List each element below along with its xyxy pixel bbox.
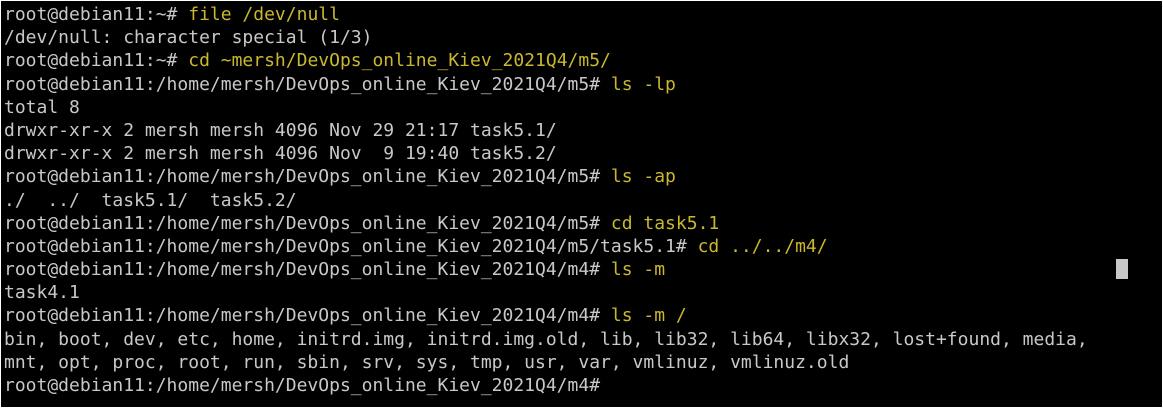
terminal-line: drwxr-xr-x 2 mersh mersh 4096 Nov 29 21:… <box>4 119 557 141</box>
terminal-line: root@debian11:/home/mersh/DevOps_online_… <box>4 165 1162 188</box>
terminal-line: total 8 <box>4 96 80 118</box>
shell-command: cd task5.1 <box>610 212 720 234</box>
shell-command: file /dev/null <box>188 4 340 25</box>
shell-command: cd ../../m4/ <box>697 235 828 257</box>
terminal-line: root@debian11:~# file /dev/null <box>4 3 1162 26</box>
shell-prompt: root@debian11:/home/mersh/DevOps_online_… <box>4 305 611 327</box>
terminal-line: task4.1 <box>4 282 80 304</box>
terminal-line: root@debian11:/home/mersh/DevOps_online_… <box>4 258 1162 281</box>
shell-prompt: root@debian11:/home/mersh/DevOps_online_… <box>4 259 611 281</box>
shell-command: cd ~mersh/DevOps_online_Kiev_2021Q4/m5/ <box>188 50 611 72</box>
shell-prompt: root@debian11:/home/mersh/DevOps_online_… <box>4 375 611 396</box>
terminal-line: bin, boot, dev, etc, home, initrd.img, i… <box>4 328 1088 350</box>
terminal-line: /dev/null: character special (1/3) <box>4 27 373 49</box>
shell-command: ls -m <box>610 259 666 281</box>
shell-prompt: root@debian11:/home/mersh/DevOps_online_… <box>4 166 611 188</box>
block-cursor <box>1116 259 1128 279</box>
shell-prompt: root@debian11:/home/mersh/DevOps_online_… <box>4 212 611 234</box>
terminal-output: root@debian11:~# file /dev/null /dev/nul… <box>4 3 1162 397</box>
shell-prompt: root@debian11:~# <box>4 4 189 25</box>
terminal-line: ./ ../ task5.1/ task5.2/ <box>4 189 297 211</box>
terminal-line: root@debian11:/home/mersh/DevOps_online_… <box>4 374 1162 397</box>
terminal-line: root@debian11:/home/mersh/DevOps_online_… <box>4 73 1162 96</box>
shell-prompt: root@debian11:/home/mersh/DevOps_online_… <box>4 73 611 95</box>
shell-command: ls -m / <box>610 305 687 327</box>
terminal-line: mnt, opt, proc, root, run, sbin, srv, sy… <box>4 351 850 373</box>
shell-prompt: root@debian11:~# <box>4 50 189 72</box>
terminal-line: root@debian11:/home/mersh/DevOps_online_… <box>4 235 1162 258</box>
terminal-line: root@debian11:~# cd ~mersh/DevOps_online… <box>4 49 1162 72</box>
shell-command: ls -ap <box>610 166 676 188</box>
terminal-line: root@debian11:/home/mersh/DevOps_online_… <box>4 212 1162 235</box>
shell-command: ls -lp <box>610 73 676 95</box>
shell-prompt: root@debian11:/home/mersh/DevOps_online_… <box>4 235 698 257</box>
terminal-line: drwxr-xr-x 2 mersh mersh 4096 Nov 9 19:4… <box>4 143 557 165</box>
terminal-line: root@debian11:/home/mersh/DevOps_online_… <box>4 304 1162 327</box>
terminal-window[interactable]: root@debian11:~# file /dev/null /dev/nul… <box>1 1 1162 407</box>
